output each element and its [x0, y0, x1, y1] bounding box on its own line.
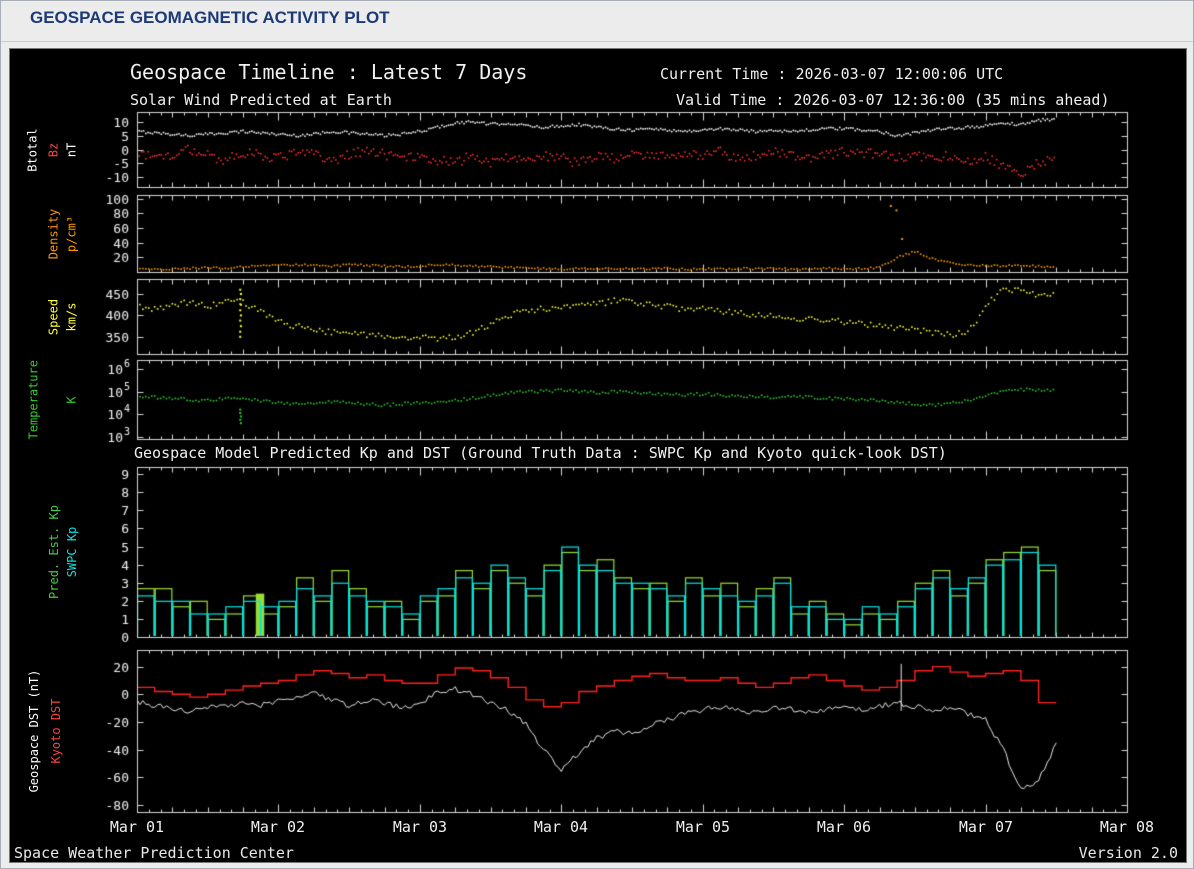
ylabel-density-unit: p/cm³ [64, 215, 79, 253]
x-tick-mar05: Mar 05 [675, 818, 731, 836]
page-title: GEOSPACE GEOMAGNETIC ACTIVITY PLOT [30, 8, 390, 27]
x-tick-mar07: Mar 07 [958, 818, 1014, 836]
ylabel-bz: Bz [46, 142, 61, 158]
x-tick-mar06: Mar 06 [816, 818, 872, 836]
kp-dst-section-title: Geospace Model Predicted Kp and DST (Gro… [134, 444, 947, 462]
footer-attribution: Space Weather Prediction Center [14, 844, 294, 862]
ylabel-swpc-kp: SWPC Kp [65, 526, 79, 578]
page: GEOSPACE GEOMAGNETIC ACTIVITY PLOT Geosp… [0, 0, 1194, 869]
valid-time-label: Valid Time : 2026-03-07 12:36:00 (35 min… [676, 91, 1110, 109]
x-tick-mar02: Mar 02 [250, 818, 306, 836]
ylabel-speed-unit: km/s [64, 302, 79, 332]
ylabel-kyoto-dst: Kyoto DST [49, 698, 63, 764]
x-tick-mar04: Mar 04 [533, 818, 589, 836]
footer-version: Version 2.0 [1078, 844, 1178, 862]
plot-title: Geospace Timeline : Latest 7 Days [130, 60, 528, 84]
ylabel-btotal: Btotal [25, 128, 40, 172]
ylabel-nt: nT [64, 142, 79, 158]
x-tick-mar03: Mar 03 [392, 818, 448, 836]
x-tick-mar01: Mar 01 [109, 818, 165, 836]
x-tick-mar08: Mar 08 [1099, 818, 1155, 836]
ylabel-density: Density [46, 208, 61, 260]
page-header: GEOSPACE GEOMAGNETIC ACTIVITY PLOT [1, 1, 1193, 42]
ylabel-pred-est-kp: Pred. Est. Kp [47, 505, 61, 599]
current-time-label: Current Time : 2026-03-07 12:00:06 UTC [660, 65, 1004, 83]
ylabel-speed: Speed [46, 298, 61, 336]
solar-wind-subtitle: Solar Wind Predicted at Earth [130, 91, 392, 109]
ylabel-geospace-dst: Geospace DST (nT) [27, 669, 41, 793]
geospace-plot: Geospace Timeline : Latest 7 Days Curren… [9, 48, 1187, 863]
ylabel-temperature: Temperature [26, 360, 41, 440]
ylabel-temperature-unit: K [64, 396, 79, 404]
